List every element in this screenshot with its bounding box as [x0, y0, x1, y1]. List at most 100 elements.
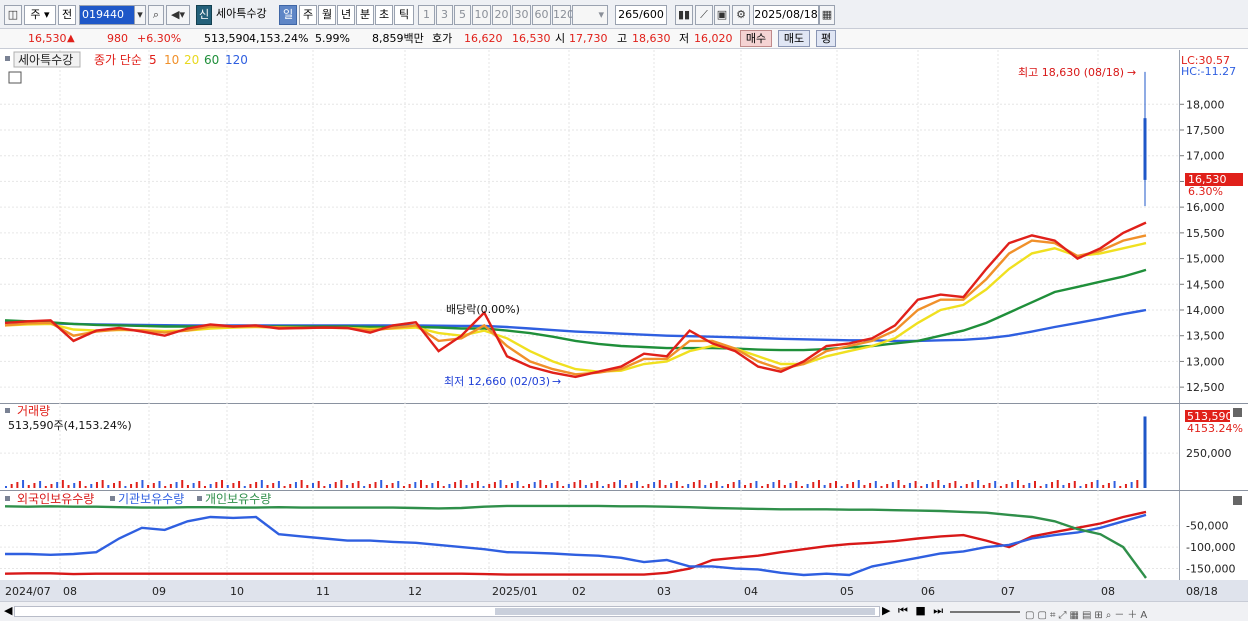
volume-bar: [778, 480, 781, 488]
volume-bar: [283, 486, 286, 488]
volume-bar: [1033, 481, 1036, 488]
period-tab-month[interactable]: 월: [318, 5, 336, 25]
scroll-left-icon[interactable]: ◀: [4, 604, 12, 617]
tool-icons[interactable]: ▢▢⌗⤢▦▤⊞⌕－＋A: [1025, 606, 1240, 621]
volume-bar: [56, 482, 59, 488]
period-tab-year[interactable]: 년: [337, 5, 355, 25]
low-price: 16,020: [694, 32, 733, 45]
layout-icon[interactable]: ◫: [4, 5, 22, 25]
volume-bar: [687, 484, 690, 488]
period-tab-day[interactable]: 일: [279, 5, 297, 25]
interval-120[interactable]: 120: [552, 5, 574, 25]
volume-bar: [16, 482, 19, 488]
calendar-icon[interactable]: ▦: [819, 5, 835, 25]
scrollbar-track[interactable]: [14, 606, 880, 617]
high-label: 고: [617, 32, 628, 45]
interval-30[interactable]: 30: [512, 5, 531, 25]
volume-bar: [556, 481, 559, 488]
volume-bar: [437, 481, 440, 488]
volume-bar: [948, 483, 951, 488]
interval-5[interactable]: 5: [454, 5, 471, 25]
volume-bar: [920, 486, 923, 488]
buy-button[interactable]: 매수: [740, 30, 772, 47]
period-tab-second[interactable]: 초: [375, 5, 393, 25]
volume-bar: [596, 481, 599, 488]
last-price-pct: 6.30%: [1188, 185, 1223, 198]
gear-icon[interactable]: ⚙: [732, 5, 750, 25]
interval-3[interactable]: 3: [436, 5, 453, 25]
volume-bar: [124, 486, 127, 488]
volume-bar: [84, 486, 87, 488]
prev-button[interactable]: 전: [58, 5, 76, 25]
custom-interval-select[interactable]: ▾: [572, 5, 608, 25]
volume-close-icon[interactable]: [1233, 408, 1242, 417]
last-volume-bar: [1143, 416, 1147, 488]
volume-bar: [641, 486, 644, 488]
volume-bar: [999, 486, 1002, 488]
holdings-close-icon[interactable]: [1233, 496, 1242, 505]
volume-bar: [226, 485, 229, 488]
search-icon[interactable]: ⌕: [148, 5, 164, 25]
volume-bar: [510, 483, 513, 488]
period-tab-tick[interactable]: 틱: [394, 5, 414, 25]
speaker-icon[interactable]: ◀▾: [166, 5, 190, 25]
volume-bar: [516, 481, 519, 488]
volume-bar: [499, 480, 502, 488]
volume-bar: [493, 482, 496, 488]
playback-controls[interactable]: ▶ ⏮ ■ ⏭: [882, 604, 945, 618]
interval-1[interactable]: 1: [418, 5, 435, 25]
interval-20[interactable]: 20: [492, 5, 511, 25]
volume-bar: [1039, 486, 1042, 488]
mode-select[interactable]: 주 ▾: [24, 5, 56, 25]
volume-bar: [726, 484, 729, 488]
count-input[interactable]: 265/600: [615, 5, 667, 25]
interval-10[interactable]: 10: [472, 5, 491, 25]
legend-name: 세아특수강: [18, 53, 73, 67]
volume-bar: [817, 480, 820, 488]
period-tab-week[interactable]: 주: [299, 5, 317, 25]
legend-ma-120: 120: [225, 53, 248, 67]
volume-bar: [539, 480, 542, 488]
calculator-icon[interactable]: [8, 71, 22, 84]
hc-value: HC:-11.27: [1181, 65, 1236, 78]
date-field[interactable]: 2025/08/18: [753, 5, 819, 25]
volume-tick-label: 250,000: [1186, 447, 1232, 460]
volume-bar: [704, 485, 707, 488]
volume-bar: [380, 480, 383, 488]
high-arrow-icon: →: [1127, 66, 1136, 79]
code-dropdown-icon[interactable]: ▾: [134, 5, 146, 25]
stock-code-input[interactable]: 019440: [79, 5, 135, 25]
bid-price-1: 16,620: [464, 32, 503, 45]
volume-bar: [50, 484, 53, 488]
line-tool-icon[interactable]: ⟋: [695, 5, 713, 25]
current-price: 16,530: [28, 32, 67, 45]
volume-bar: [255, 482, 258, 488]
volume-bar: [1119, 486, 1122, 488]
save-icon[interactable]: ▣: [714, 5, 730, 25]
candle-icon[interactable]: ▮▮: [675, 5, 693, 25]
x-axis-label: 08: [1101, 585, 1115, 598]
volume-title: 거래량: [17, 404, 50, 418]
volume-bar: [721, 486, 724, 488]
zoom-slider[interactable]: [950, 611, 1020, 613]
scrollbar-thumb[interactable]: [495, 608, 875, 615]
volume-bar: [914, 481, 917, 488]
volume-bar: [857, 480, 860, 488]
volume-bar: [994, 481, 997, 488]
x-axis-label: 2024/07: [5, 585, 51, 598]
legend-ma-10: 10: [164, 53, 179, 67]
volume-bar: [908, 483, 911, 488]
up-arrow-icon: ▲: [67, 33, 75, 44]
volume-bar: [886, 484, 889, 488]
avg-button[interactable]: 평: [816, 30, 836, 47]
period-tab-minute[interactable]: 분: [356, 5, 374, 25]
volume-bar: [442, 486, 445, 488]
volume-bar: [528, 484, 531, 488]
price-tick-label: 15,500: [1186, 227, 1225, 240]
sell-button[interactable]: 매도: [778, 30, 810, 47]
interval-60[interactable]: 60: [532, 5, 551, 25]
holdings-tick-label: -150,000: [1186, 563, 1235, 576]
x-axis-band: [0, 580, 1248, 601]
volume-bar: [431, 483, 434, 488]
volume-bar: [709, 483, 712, 488]
